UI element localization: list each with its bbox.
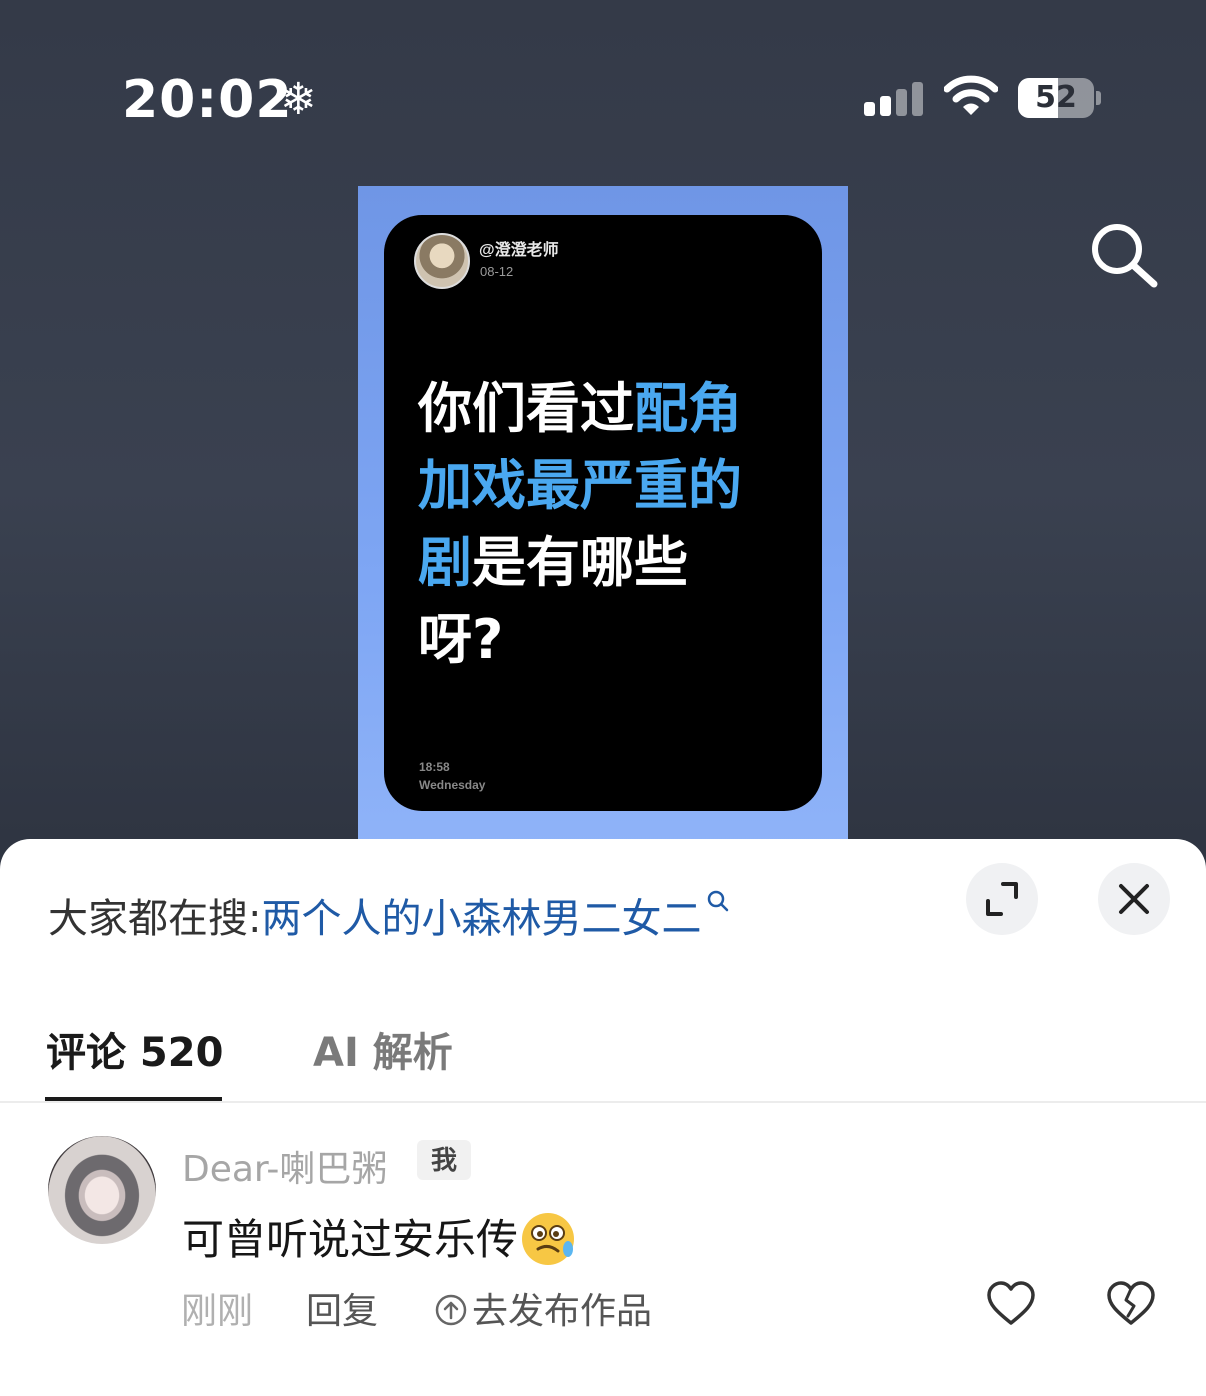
battery-indicator: 52: [1018, 78, 1094, 118]
woozy-face-emoji: [522, 1212, 575, 1265]
post-title-char: 是: [472, 531, 526, 594]
trending-search[interactable]: 大家都在搜:两个人的小森林男二女二: [48, 886, 733, 944]
post-clock: 18:58: [419, 760, 450, 774]
battery-nub: [1096, 91, 1101, 105]
heart-icon[interactable]: [986, 1280, 1036, 1328]
comment-username[interactable]: Dear-喇巴粥: [182, 1140, 387, 1192]
search-icon[interactable]: [1086, 218, 1162, 294]
publish-work-button[interactable]: 去发布作品: [434, 1282, 652, 1334]
post-title-highlight-char: 严: [580, 454, 634, 517]
post-date: 08-12: [480, 264, 514, 279]
post-title-char: 哪: [580, 531, 634, 594]
trending-query-link[interactable]: 两个人的小森林男二女二: [261, 896, 701, 942]
publish-work-label: 去发布作品: [472, 1291, 653, 1332]
status-bar: 20:02 ❄ 52: [0, 0, 1206, 190]
upload-icon: [435, 1294, 467, 1326]
comment-time: 刚刚: [181, 1291, 254, 1332]
post-title-char: 些: [634, 531, 688, 594]
broken-heart-icon[interactable]: [1106, 1280, 1156, 1328]
post-title-highlight-char: 戏: [472, 454, 526, 517]
comment-text: 可曾听说过安乐传: [182, 1206, 578, 1269]
status-time: 20:02: [122, 70, 293, 130]
tab-ai-analysis[interactable]: AI 解析: [313, 1020, 453, 1078]
search-icon: [708, 890, 729, 912]
cellular-signal-icon: [864, 80, 924, 116]
avatar[interactable]: [48, 1136, 156, 1244]
post-title-char: 呀: [418, 608, 472, 671]
post-author-avatar: [414, 233, 470, 289]
post-title-highlight-char: 最: [526, 454, 580, 517]
tabs-divider: [0, 1101, 1206, 1103]
me-badge: 我: [417, 1140, 471, 1180]
trending-prefix: 大家都在搜:: [48, 896, 262, 942]
post-title-line: 加戏最严重的: [418, 447, 798, 524]
expand-button[interactable]: [966, 863, 1038, 935]
post-title: 你们看过配角 加戏最严重的 剧是有哪些 呀?: [418, 370, 798, 678]
snowflake-icon: ❄: [280, 74, 317, 125]
post-title-highlight-char: 剧: [418, 531, 472, 594]
post-weekday: Wednesday: [419, 778, 486, 792]
post-title-char: 有: [526, 531, 580, 594]
post-title-line: 你们看过配角: [418, 370, 798, 447]
post-title-line: 剧是有哪些: [418, 524, 798, 601]
post-title-line: 呀?: [418, 601, 798, 678]
comment-body: 可曾听说过安乐传: [182, 1215, 519, 1264]
post-title-highlight-char: 配: [634, 377, 688, 440]
battery-level: 52: [1035, 80, 1077, 115]
post-title-highlight-char: 重: [634, 454, 688, 517]
post-title-highlight-char: 的: [688, 454, 742, 517]
post-title-char: 们: [472, 377, 526, 440]
post-title-char: ?: [472, 608, 504, 671]
post-title-char: 看: [526, 377, 580, 440]
post-author-handle: @澄澄老师: [479, 242, 559, 259]
post-title-char: 你: [418, 377, 472, 440]
wifi-icon: [944, 75, 998, 115]
close-icon: [1119, 884, 1149, 914]
post-title-highlight-char: 加: [418, 454, 472, 517]
reply-button[interactable]: 回复: [306, 1282, 378, 1334]
tab-comments[interactable]: 评论 520: [46, 1020, 223, 1078]
post-title-highlight-char: 角: [688, 377, 742, 440]
close-button[interactable]: [1098, 863, 1170, 935]
expand-icon: [986, 882, 1018, 916]
post-title-char: 过: [580, 377, 634, 440]
